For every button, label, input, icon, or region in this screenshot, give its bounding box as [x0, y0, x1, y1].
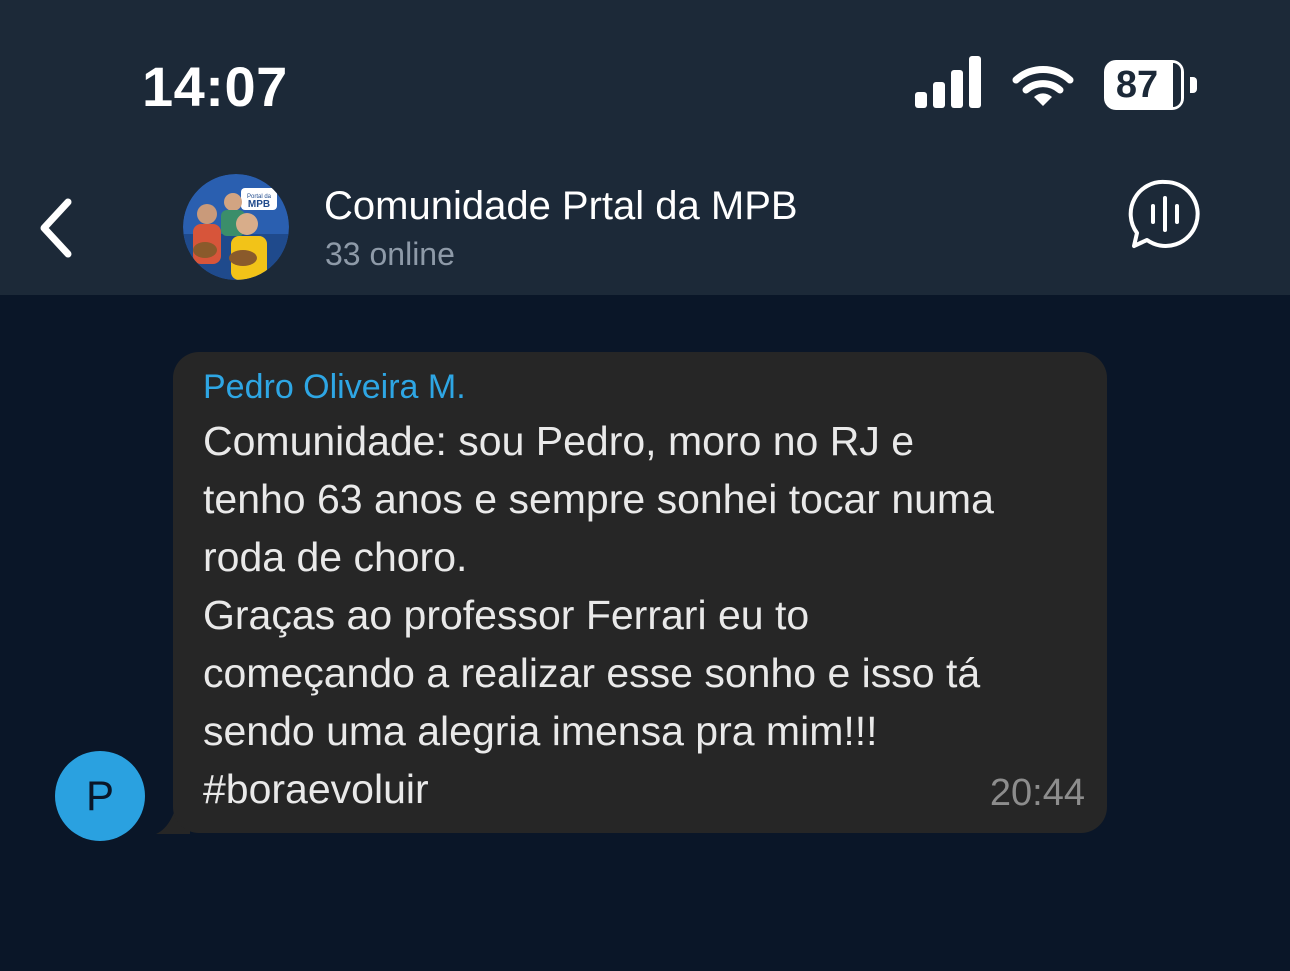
- battery-level: 87: [1115, 64, 1159, 106]
- battery-cap: [1190, 77, 1197, 93]
- status-time: 14:07: [142, 55, 288, 118]
- sender-name[interactable]: Pedro Oliveira M.: [203, 368, 466, 407]
- battery-body: 87: [1104, 60, 1184, 110]
- message-text: Comunidade: sou Pedro, moro no RJ e tenh…: [203, 412, 1083, 818]
- message-line: Graças ao professor Ferrari eu to: [203, 592, 810, 638]
- chat-header: 14:07 87 Portal da MPB Comunidade Prtal …: [0, 0, 1290, 295]
- chat-title[interactable]: Comunidade Prtal da MPB: [324, 184, 798, 229]
- chevron-left-icon: [40, 198, 72, 258]
- message-hashtag[interactable]: #boraevoluir: [203, 760, 1083, 818]
- message-timestamp: 20:44: [989, 772, 1085, 814]
- message-bubble[interactable]: Pedro Oliveira M. Comunidade: sou Pedro,…: [173, 352, 1107, 833]
- message-line: roda de choro.: [203, 534, 468, 580]
- message-line: tenho 63 anos e sempre sonhei tocar numa: [203, 476, 994, 522]
- group-avatar[interactable]: Portal da MPB: [183, 174, 289, 280]
- cellular-signal-icon: [915, 56, 981, 108]
- voice-chat-icon: [1128, 179, 1200, 248]
- voice-chat-button[interactable]: [1128, 178, 1202, 250]
- message-line: sendo uma alegria imensa pra mim!!!: [203, 708, 878, 754]
- message-line: começando a realizar esse sonho e isso t…: [203, 650, 981, 696]
- message-line: Comunidade: sou Pedro, moro no RJ e: [203, 418, 915, 464]
- back-button[interactable]: [28, 190, 88, 270]
- online-count: 33 online: [325, 236, 455, 272]
- battery-icon: 87: [1104, 60, 1200, 112]
- sender-avatar[interactable]: P: [55, 751, 145, 841]
- svg-text:MPB: MPB: [248, 199, 270, 210]
- wifi-icon: [1012, 66, 1074, 106]
- battery-empty-segment: [1173, 63, 1181, 107]
